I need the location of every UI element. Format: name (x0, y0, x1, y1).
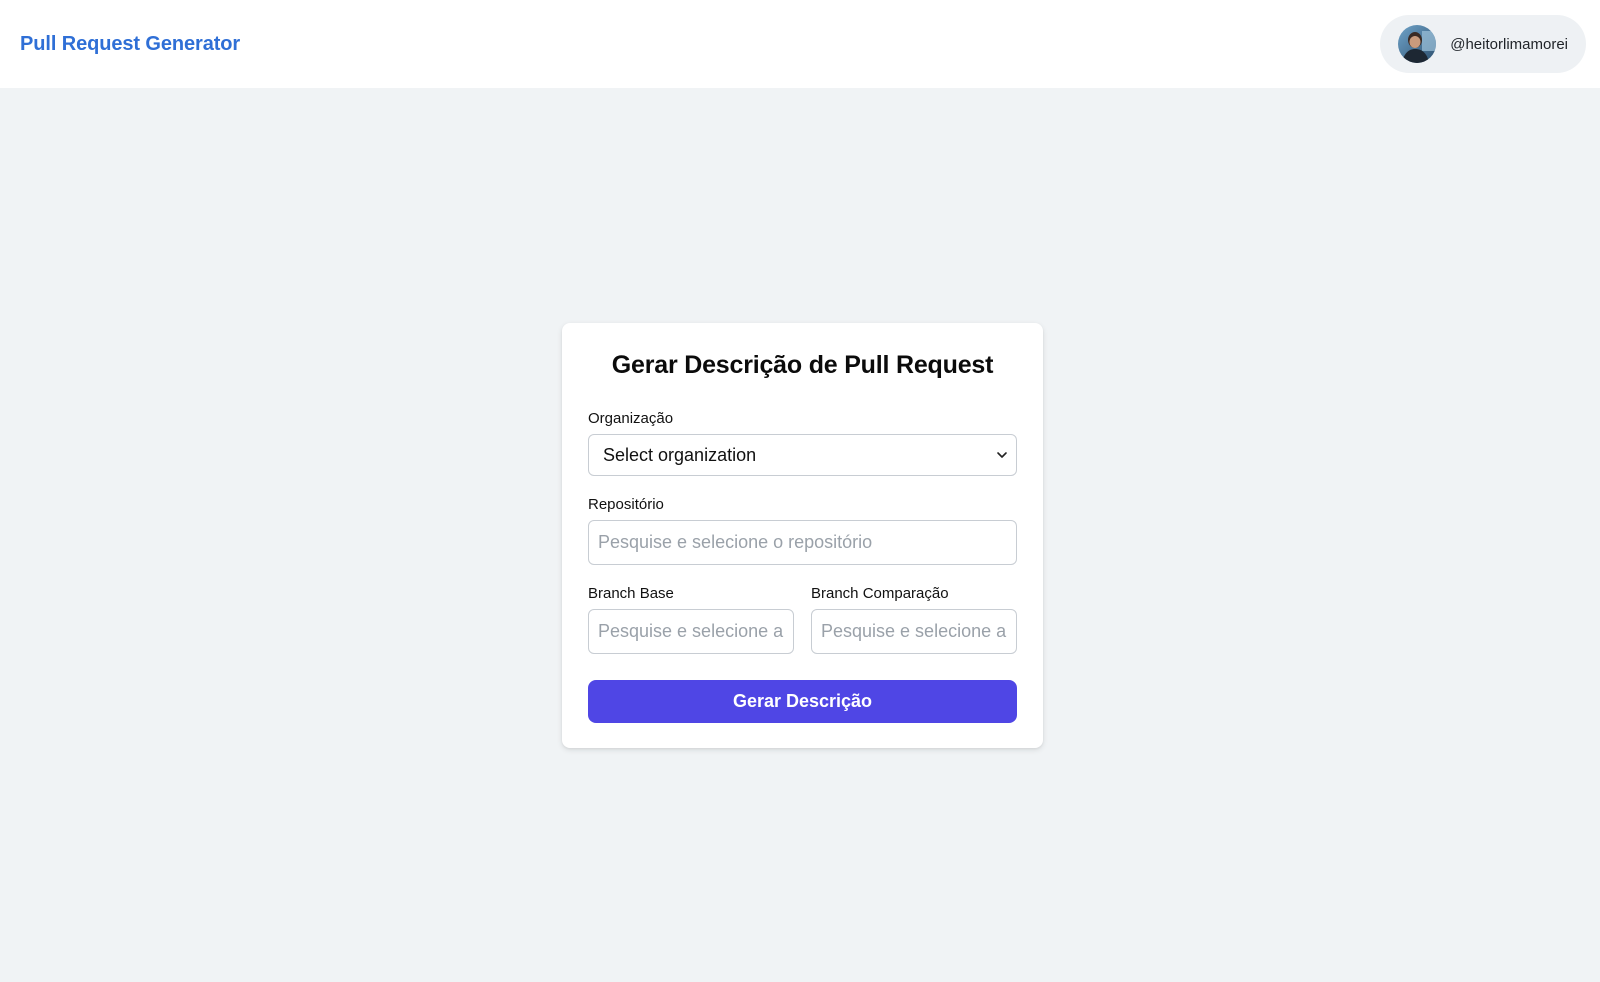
app-title[interactable]: Pull Request Generator (20, 33, 240, 56)
form-title: Gerar Descrição de Pull Request (611, 351, 994, 379)
organization-select-value: Select organization (603, 444, 757, 465)
repository-label: Repositório (588, 496, 664, 513)
branch-compare-label: Branch Comparação (811, 585, 949, 602)
user-avatar (1398, 25, 1437, 63)
organization-select[interactable]: Select organization (588, 434, 1017, 476)
branch-base-search-input[interactable] (588, 609, 794, 654)
username-label: @heitorlimamorei (1450, 35, 1568, 53)
organization-label: Organização (588, 410, 674, 427)
branch-compare-column: Branch Comparação (811, 585, 1017, 654)
branch-compare-search-input[interactable] (811, 609, 1017, 654)
top-navbar: Pull Request Generator @heitorlimamorei (0, 0, 1600, 88)
user-menu-button[interactable]: @heitorlimamorei (1380, 15, 1586, 73)
branch-base-column: Branch Base (588, 585, 794, 654)
repository-search-input[interactable] (588, 520, 1017, 565)
generate-description-button[interactable]: Gerar Descrição (588, 680, 1017, 723)
branch-base-label: Branch Base (588, 585, 674, 602)
pr-form-card: Gerar Descrição de Pull Request Organiza… (562, 323, 1043, 748)
repository-field-wrapper (588, 520, 1017, 565)
branch-row: Branch Base Branch Comparação (588, 585, 1017, 654)
avatar-image (1398, 25, 1437, 63)
chevron-down-icon (997, 452, 1007, 458)
